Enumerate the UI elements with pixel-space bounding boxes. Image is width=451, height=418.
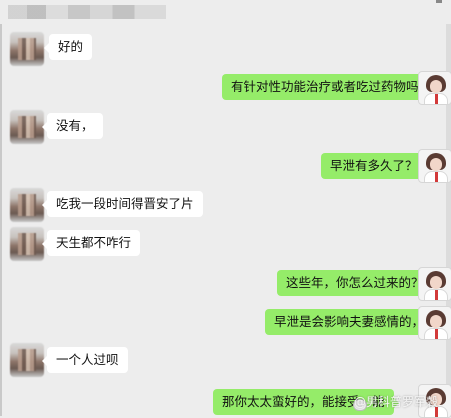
doctor-avatar[interactable] — [418, 306, 451, 340]
message-bubble-received[interactable]: 天生都不咋行 — [41, 230, 141, 256]
contact-avatar[interactable] — [10, 32, 44, 66]
message-bubble-received[interactable]: 一个人过呗 — [42, 347, 128, 373]
message-bubble-sent[interactable]: 早泄有多久了？ — [321, 153, 432, 179]
scrollbar-track[interactable] — [446, 0, 451, 416]
watermark-text: @男科普罗军穀 — [353, 395, 438, 409]
message-bubble-received[interactable]: 没有， — [42, 113, 103, 139]
message-bubble-received[interactable]: 吃我一段时间得晋安了片 — [42, 191, 203, 217]
contact-avatar[interactable] — [10, 110, 44, 144]
chat-header — [0, 0, 451, 24]
message-bubble-sent[interactable]: 有针对性功能治疗或者吃过药物吗？ — [222, 74, 446, 100]
message-bubble-sent[interactable]: 早泄是会影响夫妻感情的， — [265, 309, 439, 335]
window-left-edge — [0, 0, 2, 416]
contact-avatar[interactable] — [10, 188, 44, 222]
doctor-avatar[interactable] — [418, 149, 451, 183]
contact-avatar[interactable] — [10, 343, 44, 377]
message-bubble-received[interactable]: 好的 — [43, 34, 93, 60]
doctor-avatar[interactable] — [418, 71, 451, 105]
window-control-icon[interactable] — [436, 0, 442, 3]
contact-avatar[interactable] — [10, 227, 44, 261]
doctor-avatar[interactable] — [418, 267, 451, 301]
message-bubble-sent[interactable]: 这些年，你怎么过来的？ — [277, 270, 438, 296]
blurred-contact-name — [8, 5, 166, 19]
